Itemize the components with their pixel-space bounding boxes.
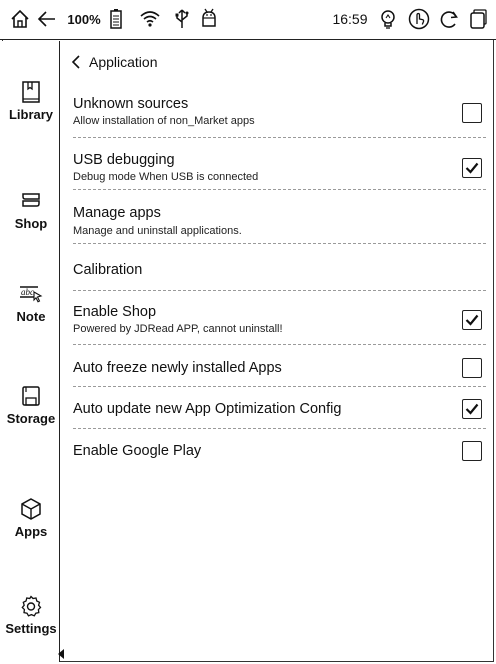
setting-row-auto-update-config[interactable]: Auto update new App Optimization Config	[73, 387, 486, 429]
sidebar: Library Shop abc Note Storage Apps Setti…	[2, 41, 64, 662]
setting-title: USB debugging	[73, 152, 175, 168]
chevron-left-icon	[71, 55, 80, 69]
battery-icon	[106, 6, 126, 32]
google-play-checkbox[interactable]	[462, 441, 482, 461]
setting-subtitle: Allow installation of non_Market apps	[73, 115, 255, 127]
setting-title: Unknown sources	[73, 96, 189, 112]
back-header[interactable]: Application	[71, 51, 158, 73]
back-arrow-icon[interactable]	[34, 6, 60, 32]
sidebar-item-storage[interactable]: Storage	[2, 383, 60, 426]
unknown-sources-checkbox[interactable]	[462, 103, 482, 123]
settings-icon	[18, 593, 44, 619]
setting-row-unknown-sources[interactable]: Unknown sources Allow installation of no…	[73, 88, 486, 138]
sidebar-item-note[interactable]: abc Note	[2, 281, 60, 324]
sidebar-item-label: Storage	[6, 411, 56, 426]
setting-row-manage-apps[interactable]: Manage apps Manage and uninstall applica…	[73, 190, 486, 244]
library-icon	[18, 79, 44, 105]
setting-title: Enable Shop	[73, 304, 157, 320]
clock-time: 16:59	[332, 11, 368, 27]
setting-subtitle: Powered by JDRead APP, cannot uninstall!	[73, 323, 283, 335]
checkmark-icon	[465, 403, 479, 415]
checkmark-icon	[465, 162, 479, 174]
svg-text:abc: abc	[21, 287, 34, 297]
touch-gesture-icon[interactable]	[406, 6, 432, 32]
sidebar-item-apps[interactable]: Apps	[2, 496, 60, 539]
setting-title: Auto update new App Optimization Config	[73, 401, 342, 417]
sidebar-item-shop[interactable]: Shop	[2, 188, 60, 231]
apps-icon	[18, 496, 44, 522]
sidebar-item-label: Shop	[14, 216, 48, 231]
settings-panel: Application Unknown sources Allow instal…	[61, 41, 494, 662]
wifi-icon	[137, 6, 163, 32]
battery-percent: 100%	[67, 11, 101, 27]
frontlight-icon[interactable]	[375, 6, 401, 32]
shop-icon	[18, 188, 44, 214]
setting-title: Manage apps	[73, 205, 161, 221]
sidebar-item-settings[interactable]: Settings	[2, 593, 60, 636]
sidebar-item-label: Apps	[14, 524, 48, 539]
auto-update-checkbox[interactable]	[462, 399, 482, 419]
note-icon: abc	[18, 281, 44, 307]
setting-row-auto-freeze[interactable]: Auto freeze newly installed Apps	[73, 345, 486, 387]
checkmark-icon	[465, 314, 479, 326]
setting-subtitle: Debug mode When USB is connected	[73, 171, 259, 183]
sidebar-item-label: Library	[8, 107, 54, 122]
storage-icon	[18, 383, 44, 409]
usb-icon	[171, 6, 193, 32]
page-title: Application	[89, 54, 158, 70]
setting-row-enable-shop[interactable]: Enable Shop Powered by JDRead APP, canno…	[73, 291, 486, 345]
setting-row-calibration[interactable]: Calibration	[73, 244, 486, 291]
status-bar: 100% 16:59	[0, 0, 496, 40]
sidebar-item-label: Note	[16, 309, 46, 324]
enable-shop-checkbox[interactable]	[462, 310, 482, 330]
sidebar-item-library[interactable]: Library	[2, 79, 60, 122]
home-icon[interactable]	[6, 6, 34, 32]
setting-row-google-play[interactable]: Enable Google Play	[73, 429, 486, 471]
setting-title: Calibration	[73, 262, 143, 278]
android-debug-icon	[198, 6, 220, 32]
refresh-icon[interactable]	[436, 6, 462, 32]
setting-title: Enable Google Play	[73, 443, 202, 459]
usb-debugging-checkbox[interactable]	[462, 158, 482, 178]
multitask-icon[interactable]	[466, 6, 490, 32]
setting-title: Auto freeze newly installed Apps	[73, 360, 282, 376]
sidebar-item-label: Settings	[5, 621, 57, 636]
setting-row-usb-debugging[interactable]: USB debugging Debug mode When USB is con…	[73, 138, 486, 190]
auto-freeze-checkbox[interactable]	[462, 358, 482, 378]
setting-subtitle: Manage and uninstall applications.	[73, 225, 242, 237]
